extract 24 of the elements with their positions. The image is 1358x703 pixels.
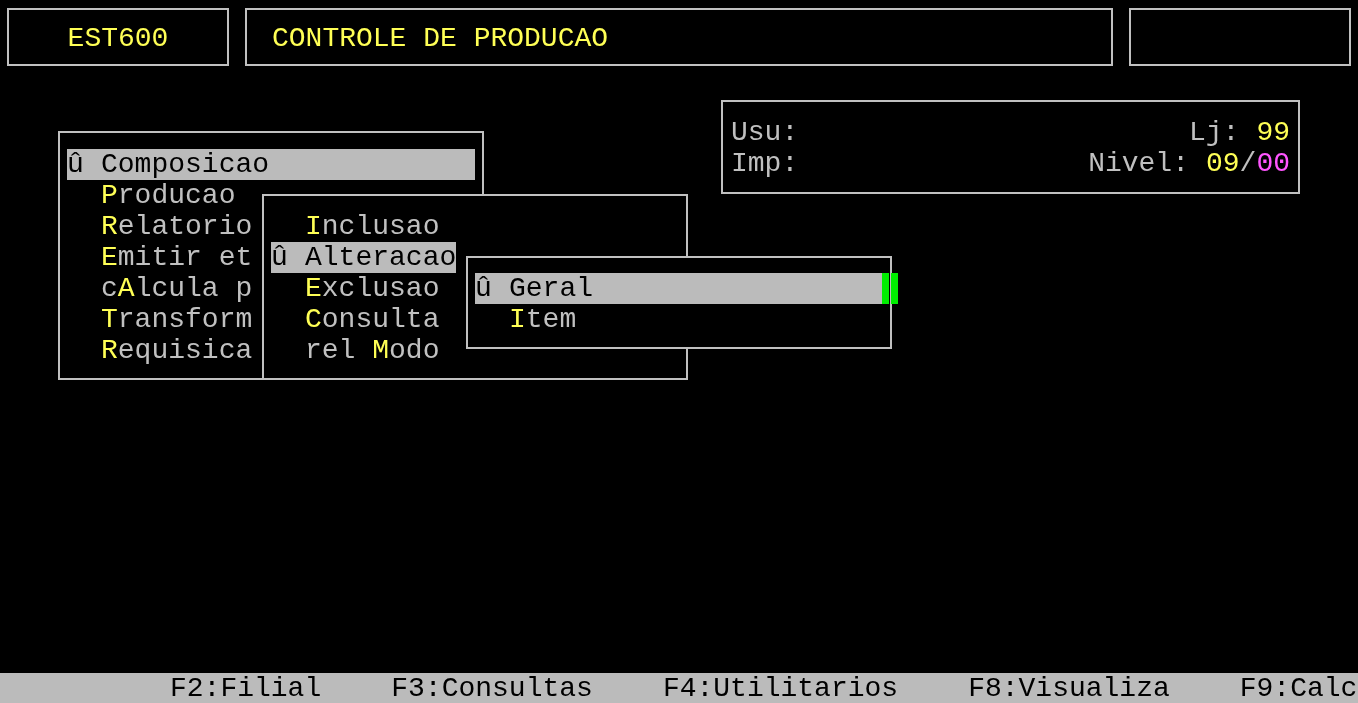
program-code: EST600 <box>7 8 229 66</box>
level-separator: / <box>1239 148 1257 179</box>
function-key[interactable]: F4:Utilitarios <box>662 672 899 703</box>
menu-item[interactable]: Item <box>475 304 883 335</box>
level-value: 09 <box>1205 148 1240 179</box>
user-label: Usu: <box>731 117 799 148</box>
function-key[interactable]: F2:Filial <box>170 672 322 703</box>
menu-item[interactable]: û Geral <box>475 273 882 304</box>
function-key[interactable]: F9:Calc <box>1239 672 1358 703</box>
menu-item[interactable]: Exclusao <box>271 273 440 304</box>
store-value: 99 <box>1256 117 1290 148</box>
screen-title: CONTROLE DE PRODUCAO <box>245 8 1113 66</box>
level-max: 00 <box>1256 148 1290 179</box>
menu-item[interactable]: Consulta <box>271 304 440 335</box>
text-cursor <box>882 273 898 304</box>
printer-label: Imp: <box>731 148 799 179</box>
store-label: Lj: <box>1188 117 1240 148</box>
menu-item[interactable]: Inclusao <box>271 211 440 242</box>
menu-item[interactable]: û Alteracao <box>271 242 457 273</box>
level-label: Nivel: <box>1088 148 1189 179</box>
menu-item[interactable]: û Composicao <box>67 149 475 180</box>
function-key[interactable]: F8:Visualiza <box>968 672 1170 703</box>
function-key[interactable]: F3:Consultas <box>391 672 593 703</box>
menu-item[interactable]: rel Modo <box>271 335 440 366</box>
